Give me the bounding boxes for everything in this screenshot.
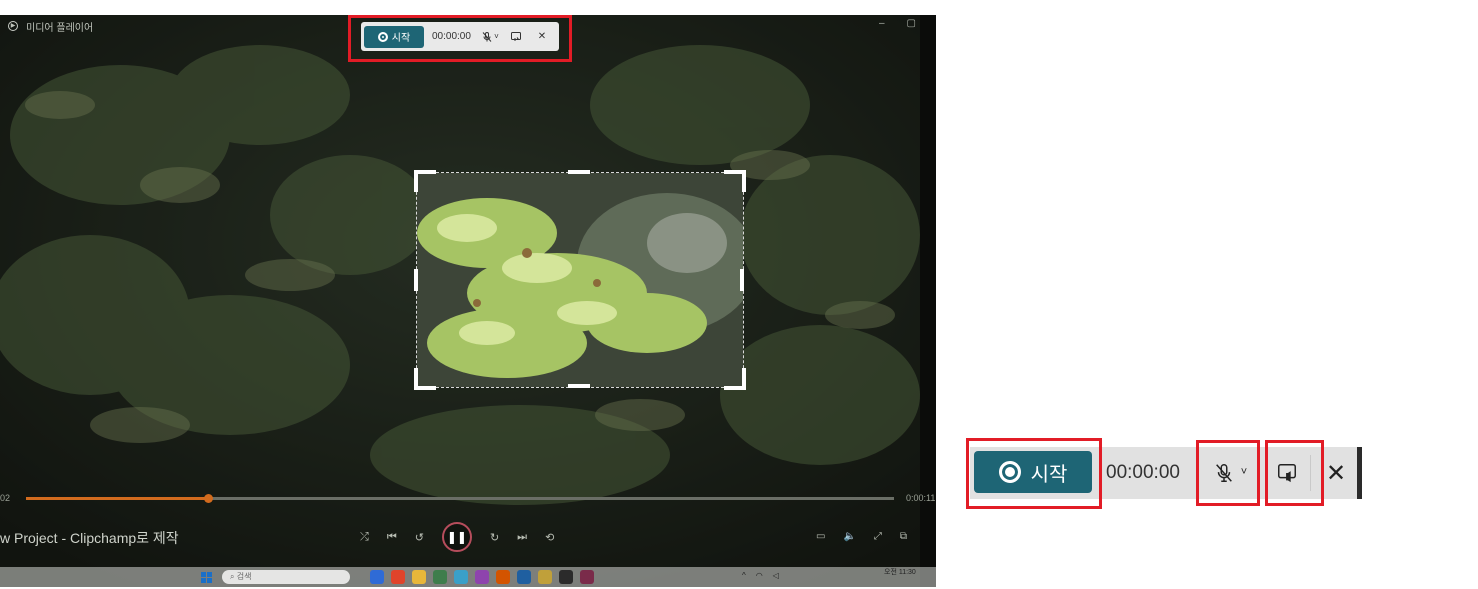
clock-time: 오전 11:30 xyxy=(884,569,916,576)
window-title: 미디어 플레이어 xyxy=(26,22,94,34)
app-icon-10[interactable] xyxy=(559,570,573,584)
player-extra-controls: ▭ 🔈 ⤢ ⧉ xyxy=(816,531,907,542)
wifi-icon[interactable]: ◠ xyxy=(756,571,763,580)
app-icon-4[interactable] xyxy=(433,570,447,584)
close-icon: ✕ xyxy=(1325,459,1347,487)
pause-button[interactable]: ❚❚ xyxy=(441,522,472,552)
video-title: w Project - Clipchamp로 제작 xyxy=(0,530,179,546)
app-icon-8[interactable] xyxy=(517,570,531,584)
media-player-icon: ▶ xyxy=(8,21,18,31)
volume-icon[interactable]: 🔈 xyxy=(843,531,855,542)
taskbar-search-label: 검색 xyxy=(236,572,252,581)
resize-handle-bottom-left[interactable] xyxy=(414,368,436,390)
pause-icon: ❚❚ xyxy=(446,530,467,544)
file-explorer-icon[interactable] xyxy=(412,570,426,584)
highlight-mini-toolbar xyxy=(348,15,572,62)
capture-region[interactable] xyxy=(416,172,744,388)
system-tray: ^ ◠ ◁ xyxy=(742,571,779,580)
rewind-10-icon[interactable]: ↺ xyxy=(415,531,424,544)
taskbar: ⌕ 검색 ^ ◠ ◁ 오전 11:30 xyxy=(0,567,936,587)
mini-player-icon[interactable]: ⧉ xyxy=(900,531,907,542)
window-controls: – ▢ xyxy=(879,18,916,29)
capture-region-preview xyxy=(417,173,743,387)
seek-bar[interactable] xyxy=(26,494,894,503)
maximize-icon[interactable]: ▢ xyxy=(907,18,916,29)
resize-handle-top-left[interactable] xyxy=(414,170,436,192)
taskbar-clock[interactable]: 오전 11:30 xyxy=(884,568,916,577)
taskbar-search[interactable]: ⌕ 검색 xyxy=(222,570,350,584)
resize-handle-right[interactable] xyxy=(740,269,744,291)
resize-handle-top[interactable] xyxy=(568,170,590,174)
forward-30-icon[interactable]: ↻ xyxy=(490,531,499,544)
resize-handle-left[interactable] xyxy=(414,269,418,291)
resize-handle-top-right[interactable] xyxy=(724,170,746,192)
seek-progress xyxy=(26,497,209,500)
subtitles-icon[interactable]: ▭ xyxy=(816,531,825,542)
app-icon-9[interactable] xyxy=(538,570,552,584)
edge-app-icon[interactable] xyxy=(370,570,384,584)
media-player-window: ▶ 미디어 플레이어 – ▢ 시작 00:00:00 ˅ ✕ 02 0:00:1… xyxy=(0,15,936,587)
app-icon-5[interactable] xyxy=(454,570,468,584)
fullscreen-icon[interactable]: ⤢ xyxy=(874,531,882,542)
highlight-start-button xyxy=(966,438,1102,509)
resize-handle-bottom-right[interactable] xyxy=(724,368,746,390)
highlight-microphone-button xyxy=(1196,440,1260,506)
next-icon[interactable]: ⏭ xyxy=(517,531,527,544)
recording-timer: 00:00:00 xyxy=(1106,462,1180,483)
taskbar-apps xyxy=(370,570,594,584)
media-player-app-icon[interactable] xyxy=(580,570,594,584)
close-button[interactable]: ✕ xyxy=(1322,459,1350,487)
windows-start-icon[interactable] xyxy=(201,572,212,583)
minimize-icon[interactable]: – xyxy=(879,18,885,29)
repeat-icon[interactable]: ⟲ xyxy=(545,531,554,544)
volume-tray-icon[interactable]: ◁ xyxy=(773,571,779,580)
shuffle-icon[interactable]: ⤮ xyxy=(360,531,369,544)
playback-controls: ⤮ ⏮ ↺ ❚❚ ↻ ⏭ ⟲ xyxy=(360,522,554,552)
resize-handle-bottom[interactable] xyxy=(568,384,590,388)
chrome-app-icon[interactable] xyxy=(391,570,405,584)
elapsed-time: 02 xyxy=(0,493,11,503)
tray-chevron-icon[interactable]: ^ xyxy=(742,571,746,580)
previous-icon[interactable]: ⏮ xyxy=(387,531,397,544)
app-icon-6[interactable] xyxy=(475,570,489,584)
total-time: 0:00:11 xyxy=(906,493,936,503)
highlight-system-audio-button xyxy=(1265,440,1324,506)
app-icon-7[interactable] xyxy=(496,570,510,584)
search-icon: ⌕ xyxy=(230,572,237,581)
toolbar-edge xyxy=(1357,447,1362,499)
